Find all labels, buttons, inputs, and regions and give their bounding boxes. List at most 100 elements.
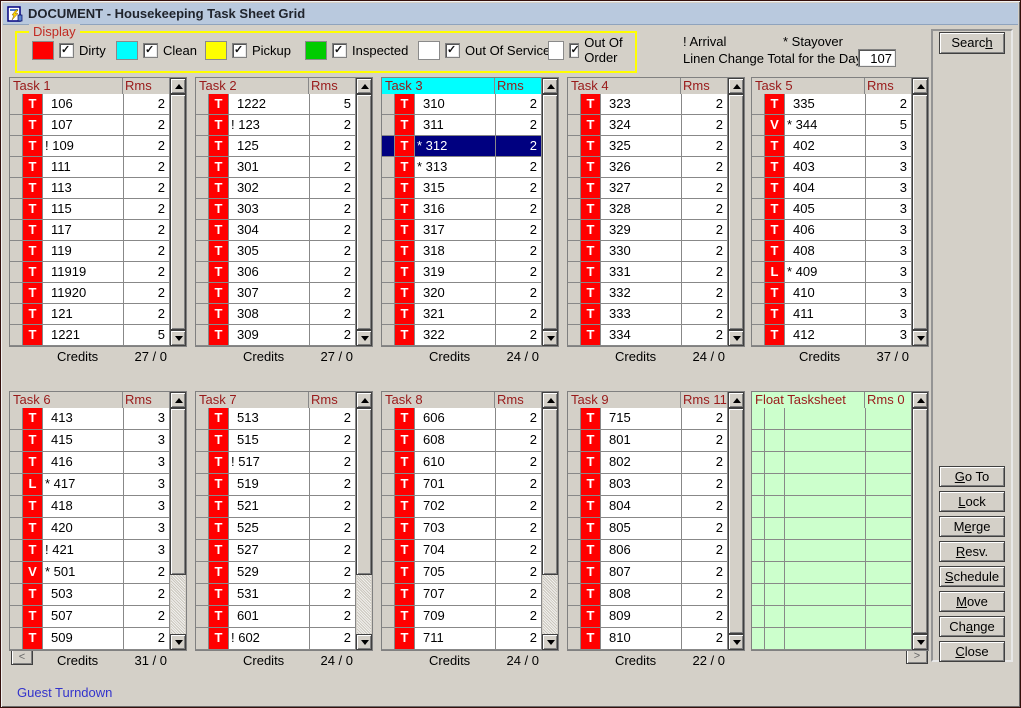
table-row[interactable]: T4083: [752, 241, 911, 262]
table-row[interactable]: T5292: [196, 562, 355, 584]
table-row[interactable]: [752, 584, 911, 606]
legend-checkbox[interactable]: [332, 43, 347, 58]
table-row[interactable]: T8032: [568, 474, 727, 496]
table-row[interactable]: T3182: [382, 241, 541, 262]
move-button[interactable]: Move: [939, 591, 1005, 612]
table-row[interactable]: T3222: [382, 325, 541, 346]
scroll-up-button[interactable]: [542, 78, 558, 94]
table-row[interactable]: T7012: [382, 474, 541, 496]
table-row[interactable]: [752, 452, 911, 474]
table-row[interactable]: T! 4213: [10, 540, 169, 562]
table-row[interactable]: T4153: [10, 430, 169, 452]
scroll-up-button[interactable]: [912, 78, 928, 94]
vertical-scrollbar[interactable]: [541, 78, 558, 346]
change-button[interactable]: Change: [939, 616, 1005, 637]
table-row[interactable]: T8012: [568, 430, 727, 452]
scroll-up-button[interactable]: [356, 78, 372, 94]
scroll-up-button[interactable]: [356, 392, 372, 408]
table-row[interactable]: T3232: [568, 94, 727, 115]
table-row[interactable]: V* 5012: [10, 562, 169, 584]
table-row[interactable]: T5192: [196, 474, 355, 496]
table-row[interactable]: [752, 518, 911, 540]
scroll-down-button[interactable]: [542, 330, 558, 346]
legend-checkbox[interactable]: [445, 43, 460, 58]
table-row[interactable]: T6062: [382, 408, 541, 430]
table-row[interactable]: T8092: [568, 606, 727, 628]
table-row[interactable]: [752, 606, 911, 628]
legend-checkbox[interactable]: [59, 43, 74, 58]
table-row[interactable]: T3352: [752, 94, 911, 115]
table-row[interactable]: T3342: [568, 325, 727, 346]
table-row[interactable]: T! 6022: [196, 628, 355, 650]
table-row[interactable]: T7092: [382, 606, 541, 628]
table-row[interactable]: T5312: [196, 584, 355, 606]
table-row[interactable]: T* 3122: [382, 136, 541, 157]
table-row[interactable]: T8062: [568, 540, 727, 562]
scroll-down-button[interactable]: [542, 634, 558, 650]
merge-button[interactable]: Merge: [939, 516, 1005, 537]
table-row[interactable]: T4063: [752, 220, 911, 241]
table-row[interactable]: L* 4173: [10, 474, 169, 496]
table-row[interactable]: T* 3132: [382, 157, 541, 178]
table-row[interactable]: T7042: [382, 540, 541, 562]
table-row[interactable]: T119202: [10, 283, 169, 304]
table-row[interactable]: T6102: [382, 452, 541, 474]
vertical-scrollbar[interactable]: [541, 392, 558, 650]
table-row[interactable]: T5272: [196, 540, 355, 562]
table-row[interactable]: T3202: [382, 283, 541, 304]
close-button[interactable]: Close: [939, 641, 1005, 662]
scroll-down-button[interactable]: [728, 330, 744, 346]
table-row[interactable]: T3042: [196, 220, 355, 241]
legend-checkbox[interactable]: [232, 43, 247, 58]
vertical-scrollbar[interactable]: [355, 78, 372, 346]
table-row[interactable]: V* 3445: [752, 115, 911, 136]
scroll-down-button[interactable]: [912, 634, 928, 650]
scroll-down-button[interactable]: [912, 330, 928, 346]
table-row[interactable]: T3162: [382, 199, 541, 220]
table-row[interactable]: T3052: [196, 241, 355, 262]
table-row[interactable]: T1252: [196, 136, 355, 157]
table-row[interactable]: T8022: [568, 452, 727, 474]
scroll-down-button[interactable]: [170, 330, 186, 346]
vertical-scrollbar[interactable]: [911, 78, 928, 346]
scrollbar-thumb[interactable]: [542, 94, 558, 330]
table-row[interactable]: L* 4093: [752, 262, 911, 283]
table-row[interactable]: T3332: [568, 304, 727, 325]
legend-checkbox[interactable]: [569, 43, 580, 58]
table-row[interactable]: T6082: [382, 430, 541, 452]
table-row[interactable]: T5092: [10, 628, 169, 650]
table-row[interactable]: T5212: [196, 496, 355, 518]
scrollbar-track[interactable]: [543, 575, 557, 634]
table-row[interactable]: T1132: [10, 178, 169, 199]
table-row[interactable]: T3302: [568, 241, 727, 262]
table-row[interactable]: T3272: [568, 178, 727, 199]
table-row[interactable]: T3322: [568, 283, 727, 304]
table-row[interactable]: T3112: [382, 115, 541, 136]
table-row[interactable]: T4053: [752, 199, 911, 220]
table-row[interactable]: T4203: [10, 518, 169, 540]
table-row[interactable]: T7072: [382, 584, 541, 606]
table-row[interactable]: T4033: [752, 157, 911, 178]
table-row[interactable]: T3082: [196, 304, 355, 325]
table-row[interactable]: T4043: [752, 178, 911, 199]
scrollbar-thumb[interactable]: [542, 408, 558, 575]
table-row[interactable]: T12215: [10, 325, 169, 346]
scrollbar-track[interactable]: [357, 575, 371, 634]
table-row[interactable]: T3262: [568, 157, 727, 178]
table-row[interactable]: T8082: [568, 584, 727, 606]
table-row[interactable]: T3192: [382, 262, 541, 283]
table-row[interactable]: T1062: [10, 94, 169, 115]
scroll-up-button[interactable]: [728, 392, 744, 408]
table-row[interactable]: T6012: [196, 606, 355, 628]
goto-button[interactable]: Go To: [939, 466, 1005, 487]
vertical-scrollbar[interactable]: [355, 392, 372, 650]
scrollbar-thumb[interactable]: [170, 94, 186, 330]
table-row[interactable]: T1072: [10, 115, 169, 136]
scrollbar-thumb[interactable]: [728, 408, 744, 634]
scroll-down-button[interactable]: [356, 634, 372, 650]
table-row[interactable]: T4163: [10, 452, 169, 474]
table-row[interactable]: T7152: [568, 408, 727, 430]
table-row[interactable]: T5132: [196, 408, 355, 430]
table-row[interactable]: T3062: [196, 262, 355, 283]
table-row[interactable]: T4103: [752, 283, 911, 304]
